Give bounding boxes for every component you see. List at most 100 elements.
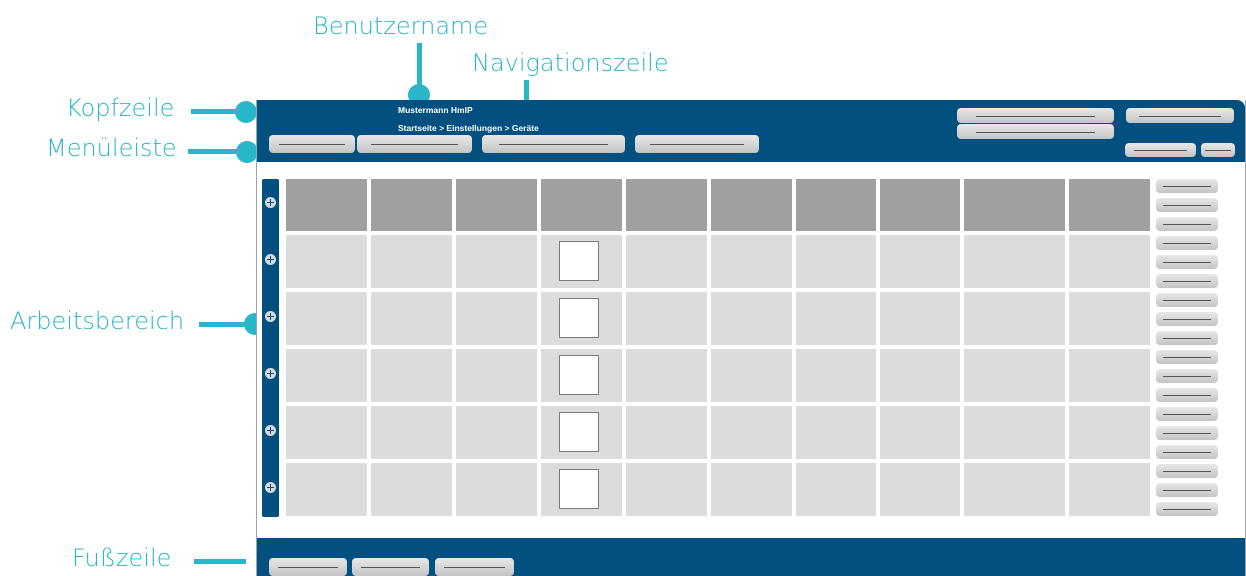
menu-button-4[interactable] — [635, 135, 759, 153]
annotation-menueleiste: Menüleiste — [46, 134, 177, 162]
table-header-cell — [964, 179, 1065, 231]
table-cell — [286, 463, 367, 516]
menu-button-3[interactable] — [482, 135, 625, 153]
footer-button-1[interactable] — [269, 558, 347, 576]
annotation-fusszeile: Fußzeile — [72, 544, 172, 572]
table-cell — [626, 349, 707, 402]
table-cell — [456, 349, 537, 402]
expand-plus-icon[interactable] — [265, 425, 276, 436]
annotation-menueleiste-dot — [236, 141, 258, 163]
table-cell — [286, 349, 367, 402]
annotation-fusszeile-line — [194, 559, 246, 564]
table-cell — [456, 406, 537, 459]
footer-bar — [257, 538, 1245, 576]
footer-button-2[interactable] — [352, 558, 429, 576]
menu-button-2[interactable] — [357, 135, 472, 153]
row-checkbox[interactable] — [559, 412, 599, 452]
row-action-button[interactable] — [1156, 217, 1218, 231]
expand-plus-icon[interactable] — [265, 368, 276, 379]
table-header-cell — [541, 179, 622, 231]
table-header-cell — [711, 179, 792, 231]
expand-plus-icon[interactable] — [265, 254, 276, 265]
header-bar: Mustermann HmIP Startseite > Einstellung… — [257, 100, 1245, 162]
table-cell — [371, 235, 452, 288]
table-cell — [371, 292, 452, 345]
expand-plus-icon[interactable] — [265, 311, 276, 322]
table-header-cell — [796, 179, 876, 231]
table-cell — [286, 406, 367, 459]
table-cell — [964, 406, 1065, 459]
table-cell — [456, 235, 537, 288]
row-action-button[interactable] — [1156, 445, 1218, 459]
table-cell — [796, 406, 876, 459]
footer-button-3[interactable] — [435, 558, 514, 576]
table-cell — [371, 463, 452, 516]
table-cell — [796, 235, 876, 288]
table-cell — [1069, 406, 1150, 459]
table-cell — [964, 463, 1065, 516]
row-checkbox[interactable] — [559, 469, 599, 509]
header-button-5[interactable] — [1201, 143, 1235, 157]
row-action-button[interactable] — [1156, 350, 1218, 364]
row-action-button[interactable] — [1156, 464, 1218, 478]
annotation-benutzername: Benutzername — [313, 12, 489, 40]
table-cell — [880, 463, 960, 516]
table-cell — [880, 235, 960, 288]
table-cell — [1069, 463, 1150, 516]
table-cell — [626, 235, 707, 288]
header-button-2[interactable] — [957, 124, 1114, 139]
expand-plus-icon[interactable] — [265, 482, 276, 493]
row-action-button[interactable] — [1156, 369, 1218, 383]
table-cell — [626, 406, 707, 459]
table-cell — [456, 463, 537, 516]
row-action-button[interactable] — [1156, 179, 1218, 193]
table-cell — [286, 292, 367, 345]
row-action-button[interactable] — [1156, 198, 1218, 212]
row-action-button[interactable] — [1156, 331, 1218, 345]
user-name: Mustermann HmIP — [398, 105, 473, 115]
row-expand-strip — [262, 179, 279, 517]
header-button-3[interactable] — [1126, 108, 1234, 123]
table-cell — [286, 235, 367, 288]
table-cell — [711, 292, 792, 345]
table-cell — [711, 463, 792, 516]
table-cell — [371, 349, 452, 402]
annotation-arbeitsbereich-line — [199, 322, 249, 327]
table-cell — [711, 406, 792, 459]
row-action-button[interactable] — [1156, 293, 1218, 307]
row-action-button[interactable] — [1156, 312, 1218, 326]
table-cell — [796, 349, 876, 402]
table-cell — [1069, 349, 1150, 402]
app-screen: Mustermann HmIP Startseite > Einstellung… — [256, 100, 1246, 576]
header-button-4[interactable] — [1125, 143, 1196, 157]
expand-plus-icon[interactable] — [265, 197, 276, 208]
header-button-1[interactable] — [957, 108, 1114, 123]
table-cell — [796, 463, 876, 516]
table-cell — [964, 292, 1065, 345]
row-action-button[interactable] — [1156, 426, 1218, 440]
row-checkbox[interactable] — [559, 241, 599, 281]
row-action-button[interactable] — [1156, 407, 1218, 421]
row-action-button[interactable] — [1156, 483, 1218, 497]
table-cell — [456, 292, 537, 345]
table-header-cell — [286, 179, 367, 231]
table-cell — [796, 292, 876, 345]
row-action-button[interactable] — [1156, 274, 1218, 288]
row-checkbox[interactable] — [559, 355, 599, 395]
annotation-navigationszeile-line — [524, 80, 529, 102]
row-checkbox[interactable] — [559, 298, 599, 338]
table-cell — [626, 463, 707, 516]
annotation-kopfzeile: Kopfzeile — [66, 94, 175, 122]
table-cell — [1069, 235, 1150, 288]
table-header-cell — [626, 179, 707, 231]
table-cell — [880, 349, 960, 402]
row-action-button[interactable] — [1156, 255, 1218, 269]
row-action-button[interactable] — [1156, 502, 1218, 516]
row-action-button[interactable] — [1156, 236, 1218, 250]
table-header-cell — [456, 179, 537, 231]
row-action-button[interactable] — [1156, 388, 1218, 402]
menu-button-1[interactable] — [269, 135, 355, 153]
annotation-kopfzeile-line — [191, 109, 239, 114]
table-cell — [626, 292, 707, 345]
annotation-arbeitsbereich: Arbeitsbereich — [10, 307, 185, 335]
